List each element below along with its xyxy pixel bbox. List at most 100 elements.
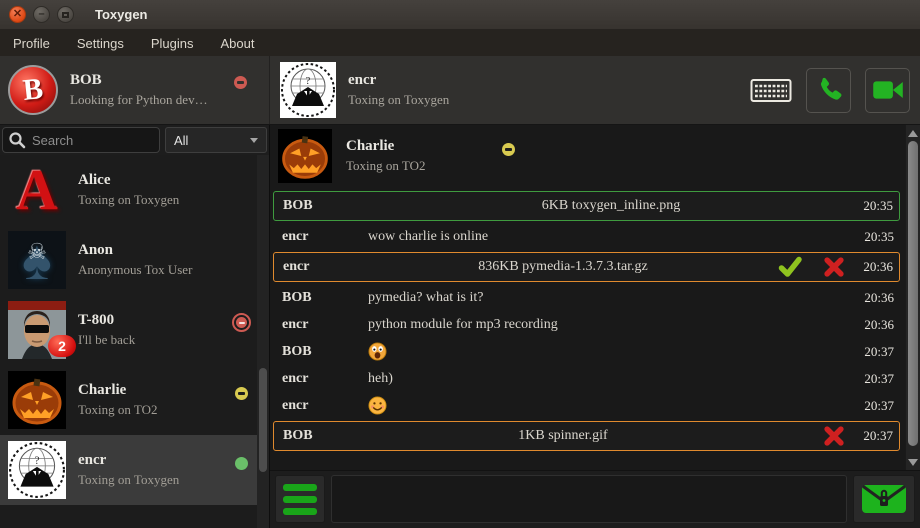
decline-transfer-icon[interactable] (823, 256, 845, 278)
contact-list: A Alice Toxing on Toxygen ♠ ☠ Anon Anony… (0, 155, 269, 528)
contact-name: encr (78, 452, 179, 469)
anon-avatar: ♠ ☠ (8, 231, 66, 289)
search-box[interactable] (2, 127, 160, 153)
contact-status-message: Toxing on Toxygen (78, 192, 179, 208)
message-row: encr 20:37 (273, 392, 900, 419)
message-row: BOB pymedia? what is it? 20:36 (273, 284, 900, 311)
shocked-face-emoji (368, 342, 387, 361)
contact-status-message: I'll be back (78, 332, 135, 348)
chat-menu-button[interactable] (275, 475, 325, 523)
search-input[interactable] (26, 133, 159, 148)
scrollbar-thumb[interactable] (908, 141, 918, 446)
svg-text:?: ? (306, 75, 311, 87)
contact-item-anon[interactable]: ♠ ☠ Anon Anonymous Tox User (0, 225, 269, 295)
message-sender: encr (273, 317, 368, 333)
accept-transfer-icon[interactable] (777, 255, 803, 279)
message-row: encr wow charlie is online 20:35 (273, 223, 900, 250)
message-time: 20:35 (853, 198, 899, 214)
minimize-button[interactable]: – (33, 6, 50, 23)
message-text: wow charlie is online (368, 229, 854, 245)
contact-list-scrollbar[interactable] (257, 155, 269, 528)
contact-item-alice[interactable]: A Alice Toxing on Toxygen (0, 155, 269, 225)
hamburger-icon (283, 484, 317, 491)
unread-count-badge: 2 (48, 335, 76, 357)
smiling-face-emoji (368, 396, 387, 415)
message-sender: encr (273, 229, 368, 245)
alice-avatar: A (8, 161, 66, 219)
contact-status-message: Toxing on TO2 (78, 402, 158, 418)
contact-name: Anon (78, 242, 192, 259)
away-status-icon (235, 387, 248, 400)
skull-icon: ☠ (27, 239, 47, 265)
message-text: pymedia? what is it? (368, 290, 854, 306)
maximize-icon (62, 12, 69, 18)
message-row: BOB 20:37 (273, 338, 900, 365)
menu-profile[interactable]: Profile (13, 36, 50, 51)
window-title: Toxygen (95, 7, 148, 22)
message-list: BOB 6KB toxygen_inline.png 20:35 encr wo… (270, 187, 905, 453)
charlie-peer-card[interactable]: Charlie Toxing on TO2 (270, 125, 905, 187)
scroll-up-arrow[interactable] (906, 126, 920, 140)
close-button[interactable]: ✕ (9, 6, 26, 23)
chat-peer-header: ? encr Toxing on Toxygen (270, 56, 920, 124)
message-input[interactable] (331, 475, 847, 523)
audio-call-button[interactable] (806, 68, 851, 113)
peer-avatar: ? (280, 62, 336, 118)
card-peer-name: Charlie (346, 138, 426, 155)
peer-status-message: Toxing on Toxygen (348, 92, 449, 108)
header: B BOB Looking for Python dev… ? (0, 56, 920, 125)
charlie-card-avatar (278, 129, 332, 183)
titlebar: ✕ – Toxygen (0, 0, 920, 30)
encr-avatar: ? (8, 441, 66, 499)
scrollbar-thumb[interactable] (259, 368, 267, 472)
chat-scrollbar[interactable] (905, 125, 920, 470)
contact-item-t800[interactable]: T-800 I'll be back 2 (0, 295, 269, 365)
pumpkin-avatar-image (278, 129, 332, 183)
anonymous-avatar-image: ? (8, 441, 66, 499)
message-sender: encr (273, 398, 368, 414)
chevron-down-icon (250, 138, 258, 143)
contact-filter-dropdown[interactable]: All (165, 127, 267, 153)
busy-unread-status-icon (232, 313, 251, 332)
message-sender: encr (274, 259, 369, 275)
card-peer-status-message: Toxing on TO2 (346, 158, 426, 174)
contact-filter-value: All (174, 133, 188, 148)
peer-name: encr (348, 72, 449, 89)
scroll-down-arrow[interactable] (906, 455, 920, 469)
maximize-button[interactable] (57, 6, 74, 23)
menu-settings[interactable]: Settings (77, 36, 124, 51)
sidebar: All A Alice Toxing on Toxygen ♠ ☠ (0, 125, 270, 528)
file-transfer-row[interactable]: BOB 6KB toxygen_inline.png 20:35 (273, 191, 900, 221)
file-transfer-row[interactable]: BOB 1KB spinner.gif 20:37 (273, 421, 900, 451)
video-camera-icon (872, 77, 904, 103)
file-label: 836KB pymedia-1.3.7.3.tar.gz (369, 259, 757, 275)
contact-name: Alice (78, 172, 179, 189)
message-time: 20:36 (854, 317, 900, 333)
self-avatar[interactable]: B (8, 65, 58, 115)
menubar: Profile Settings Plugins About (0, 30, 920, 56)
contact-item-charlie[interactable]: Charlie Toxing on TO2 (0, 365, 269, 435)
self-busy-status-icon[interactable] (234, 76, 247, 89)
file-transfer-row[interactable]: encr 836KB pymedia-1.3.7.3.tar.gz 20:36 (273, 252, 900, 282)
message-area: Charlie Toxing on TO2 BOB 6KB toxygen_in… (270, 125, 920, 470)
message-time: 20:35 (854, 229, 900, 245)
toxygen-window: ✕ – Toxygen Profile Settings Plugins Abo… (0, 0, 920, 528)
message-row: encr python module for mp3 recording 20:… (273, 311, 900, 338)
contact-item-encr[interactable]: ? encr Toxing on Toxygen (0, 435, 269, 505)
pumpkin-avatar-image (8, 371, 66, 429)
cancel-transfer-icon[interactable] (823, 425, 845, 447)
menu-about[interactable]: About (220, 36, 254, 51)
self-status-message[interactable]: Looking for Python dev… (70, 92, 208, 108)
self-name[interactable]: BOB (70, 72, 208, 89)
self-profile[interactable]: B BOB Looking for Python dev… (0, 56, 270, 124)
charlie-avatar (8, 371, 66, 429)
message-sender: encr (273, 371, 368, 387)
message-time: 20:36 (854, 290, 900, 306)
main-body: All A Alice Toxing on Toxygen ♠ ☠ (0, 125, 920, 528)
message-sender: BOB (273, 344, 368, 360)
send-button[interactable] (853, 475, 915, 523)
online-status-icon (235, 457, 248, 470)
message-sender: BOB (273, 290, 368, 306)
video-call-button[interactable] (865, 68, 910, 113)
menu-plugins[interactable]: Plugins (151, 36, 194, 51)
